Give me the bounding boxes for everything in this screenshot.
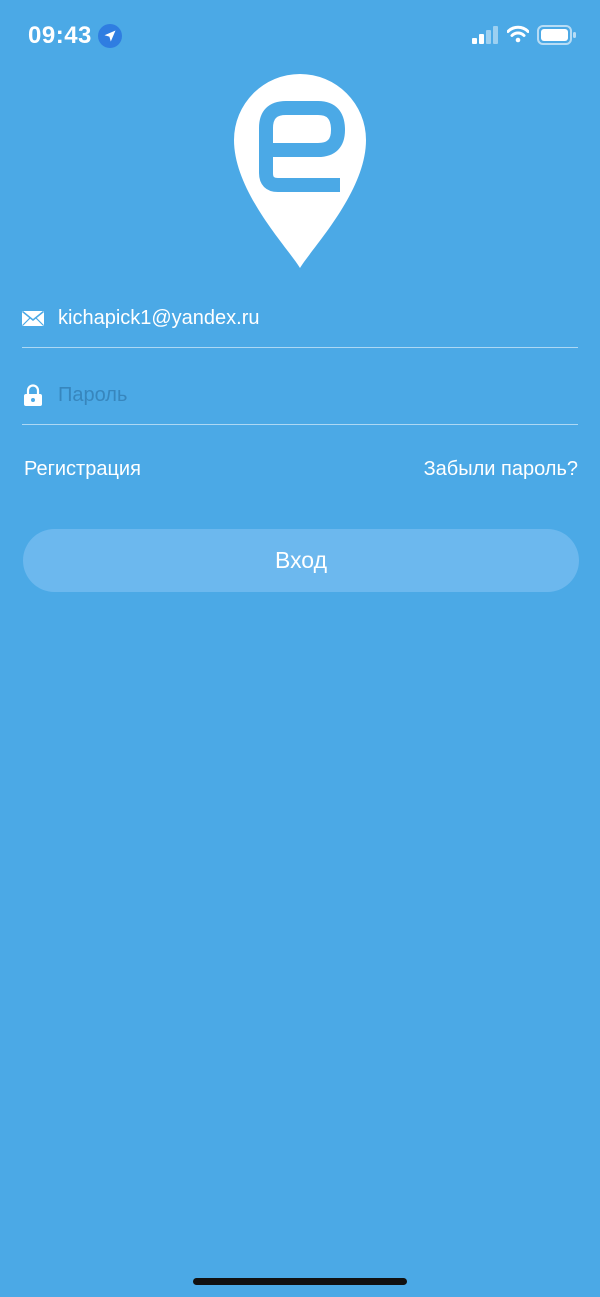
- password-field: [22, 365, 578, 425]
- envelope-icon: [21, 307, 45, 329]
- status-bar: 09:43: [0, 0, 600, 72]
- forgot-password-link[interactable]: Забыли пароль?: [424, 458, 578, 481]
- cellular-signal-icon: [472, 26, 500, 44]
- login-button[interactable]: Вход: [23, 529, 579, 592]
- email-field: [21, 288, 578, 348]
- status-time: 09:43: [28, 22, 92, 49]
- e-map-pin-logo: [230, 70, 370, 270]
- email-input[interactable]: [58, 300, 568, 336]
- lock-icon: [22, 384, 44, 406]
- register-link[interactable]: Регистрация: [24, 458, 141, 481]
- login-screen: 09:43 kichapick1@yandex.ru Регистрация З…: [0, 0, 600, 1297]
- wifi-icon: [506, 25, 530, 43]
- password-input[interactable]: [58, 377, 568, 413]
- location-arrow-icon: [98, 24, 122, 48]
- battery-icon: [537, 25, 577, 45]
- home-indicator[interactable]: [193, 1278, 407, 1285]
